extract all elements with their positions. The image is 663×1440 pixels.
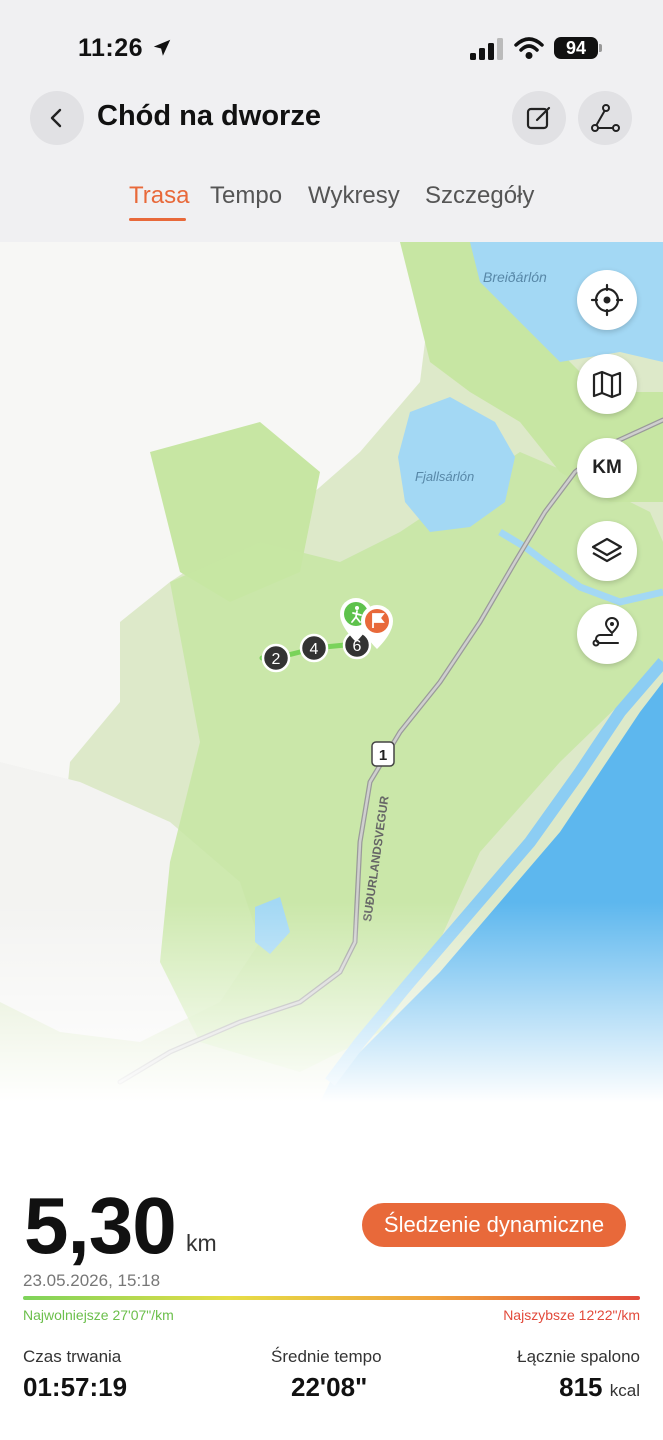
- locate-button[interactable]: [577, 270, 637, 330]
- chevron-left-icon: [50, 108, 62, 128]
- location-route-icon: [592, 617, 620, 647]
- duration-value: 01:57:19: [23, 1372, 128, 1402]
- map-type-button[interactable]: [577, 354, 637, 414]
- status-time: 11:26: [78, 34, 144, 62]
- battery-indicator: 94: [554, 37, 598, 59]
- crosshair-icon: [590, 283, 624, 317]
- distance-value: 5,30: [24, 1181, 177, 1270]
- duration-label: Czas trwania: [23, 1347, 122, 1366]
- calories-unit: kcal: [609, 1381, 640, 1400]
- wifi-icon: [514, 37, 544, 59]
- battery-cap: [599, 44, 602, 52]
- page-title: Chód na dworze: [97, 100, 321, 132]
- edit-button[interactable]: [512, 91, 566, 145]
- workout-date: 23.05.2026, 15:18: [23, 1271, 161, 1290]
- route-icon: [591, 104, 620, 132]
- pace-gradient-bar: [23, 1296, 640, 1300]
- layers-icon: [591, 537, 623, 563]
- tab-szczegoly[interactable]: Szczegóły: [425, 182, 534, 210]
- back-button[interactable]: [30, 91, 84, 145]
- dynamic-tracking-button[interactable]: Śledzenie dynamiczne: [362, 1203, 626, 1247]
- edit-icon: [526, 106, 551, 130]
- route-share-button[interactable]: [578, 91, 632, 145]
- calories-label: Łącznie spalono: [517, 1347, 640, 1366]
- slowest-pace: Najwolniejsze 27'07"/km: [23, 1307, 174, 1323]
- avg-pace-value: 22'08": [291, 1372, 368, 1402]
- fastest-pace: Najszybsze 12'22"/km: [503, 1307, 640, 1323]
- lagoon-mid-label: Fjallsárlón: [415, 469, 474, 484]
- route-map[interactable]: Breiðárlón Fjallsárlón SUÐURLANDSVEGUR 1…: [0, 242, 663, 1102]
- status-bar: 11:26 94: [0, 0, 663, 90]
- avg-pace-label: Średnie tempo: [271, 1347, 382, 1366]
- map-canvas: Breiðárlón Fjallsárlón SUÐURLANDSVEGUR 1…: [0, 242, 663, 1102]
- road-number-label: 1: [379, 747, 387, 764]
- cellular-signal-icon: [470, 38, 503, 60]
- distance-unit: km: [186, 1230, 217, 1256]
- tab-tempo[interactable]: Tempo: [210, 182, 282, 210]
- km-marker-4-label: 4: [310, 641, 319, 658]
- calories-stat: 815 kcal: [559, 1372, 640, 1403]
- layers-button[interactable]: [577, 521, 637, 581]
- map-icon: [592, 370, 622, 399]
- tab-bar: Trasa Tempo Wykresy Szczegóły: [0, 182, 663, 222]
- tab-wykresy[interactable]: Wykresy: [308, 182, 400, 210]
- calories-value: 815: [559, 1372, 603, 1402]
- active-tab-indicator: [129, 218, 186, 221]
- units-button[interactable]: KM: [577, 438, 637, 498]
- km-marker-2-label: 2: [272, 651, 281, 668]
- lagoon-north-label: Breiðárlón: [483, 269, 547, 285]
- walking-person-icon: [355, 606, 359, 610]
- header: Chód na dworze Trasa Tempo Wykresy Szcze…: [0, 90, 663, 242]
- route-points-button[interactable]: [577, 604, 637, 664]
- tab-trasa[interactable]: Trasa: [129, 182, 189, 210]
- location-arrow-icon: [153, 39, 171, 56]
